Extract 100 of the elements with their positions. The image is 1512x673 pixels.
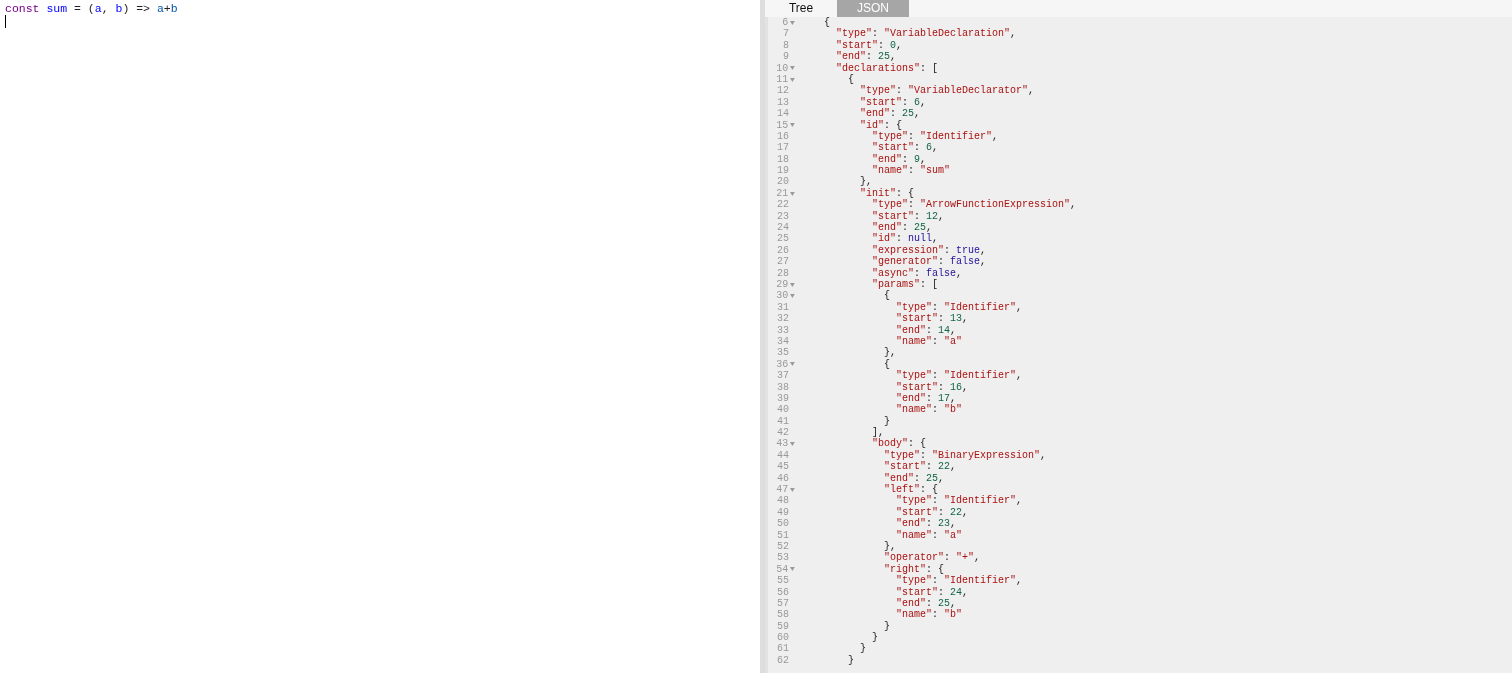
code-line: "end": 14, [895, 324, 957, 336]
code-line: { [884, 290, 891, 302]
line-number: 22 [776, 199, 789, 211]
code-line: ], [871, 427, 885, 439]
line-number: 17 [776, 142, 789, 154]
code-line: "start": 12, [871, 210, 945, 222]
line-number: 46 [776, 472, 789, 485]
line-number: 53 [776, 552, 789, 564]
code-line: "end": 25, [871, 222, 933, 234]
code-line: }, [883, 347, 897, 359]
code-line: "type": "Identifier", [871, 130, 999, 143]
line-number: 20 [776, 176, 789, 188]
code-line: "name": "a" [895, 335, 963, 348]
fold-arrow-icon[interactable] [790, 362, 795, 367]
line-number: 8 [782, 39, 789, 52]
code-line: "start": 13, [895, 313, 969, 325]
line-number: 59 [776, 620, 789, 633]
line-number: 32 [776, 313, 789, 325]
fold-arrow-icon[interactable] [790, 567, 795, 572]
code-line: "type": "ArrowFunctionExpression", [871, 199, 1077, 211]
fold-arrow-icon[interactable] [790, 66, 795, 71]
line-number: 55 [776, 575, 789, 587]
line-number: 45 [776, 461, 789, 473]
code-line: "right": { [883, 563, 945, 575]
code-line: "operator": "+", [883, 552, 981, 564]
line-number: 58 [776, 609, 789, 621]
code-line: "name": "b" [895, 609, 963, 621]
fold-arrow-icon[interactable] [790, 487, 795, 492]
code-line: "generator": false, [871, 256, 987, 268]
code-line: } [883, 620, 891, 633]
code-line: "start": 0, [835, 39, 903, 51]
code-line: { [823, 17, 831, 29]
code-line: const sum = (a, b) => a+b [5, 2, 178, 15]
code-line: } [847, 654, 855, 667]
line-number: 50 [776, 518, 789, 530]
code-line: "start": 6, [871, 142, 939, 154]
code-line: "expression": true, [871, 244, 987, 256]
line-number: 14 [776, 108, 789, 120]
line-number: 12 [776, 85, 789, 97]
line-number: 48 [776, 495, 789, 507]
code-line: "end": 23, [895, 518, 957, 530]
fold-arrow-icon[interactable] [790, 191, 795, 196]
line-number: 49 [776, 506, 789, 519]
fold-arrow-icon[interactable] [790, 282, 795, 287]
line-number: 25 [776, 233, 789, 245]
code-line: "type": "VariableDeclaration", [835, 28, 1017, 40]
line-number: 11 [775, 73, 789, 86]
line-number: 26 [776, 244, 789, 257]
fold-arrow-icon[interactable] [790, 294, 795, 299]
line-number: 37 [776, 370, 789, 382]
line-number: 9 [782, 51, 789, 63]
code-line: "type": "Identifier", [895, 370, 1023, 382]
code-line: }, [883, 540, 897, 553]
fold-arrow-icon[interactable] [790, 77, 795, 82]
line-number: 21 [775, 187, 789, 200]
line-number: 41 [776, 415, 789, 428]
line-number: 10 [775, 62, 789, 74]
line-number: 57 [776, 597, 789, 610]
line-number: 62 [776, 654, 789, 667]
line-number: 30 [775, 290, 789, 302]
line-number: 51 [776, 529, 789, 541]
line-number: 47 [775, 484, 789, 496]
line-number: 44 [776, 449, 789, 462]
line-number: 6 [781, 17, 789, 29]
code-line: "end": 25, [835, 51, 897, 63]
code-line: "end": 25, [859, 108, 921, 120]
code-line: "end": 9, [871, 153, 927, 165]
line-number: 23 [776, 210, 789, 223]
code-line: { [883, 358, 891, 371]
code-line: { [847, 73, 855, 86]
code-line: "type": "BinaryExpression", [883, 449, 1047, 461]
code-line: "name": "a" [895, 529, 963, 541]
line-number: 18 [776, 153, 789, 166]
line-number: 36 [775, 358, 789, 371]
code-line: "end": 17, [895, 392, 957, 404]
code-line: "type": "Identifier", [895, 575, 1023, 587]
code-line: "async": false, [871, 267, 963, 279]
line-number: 7 [782, 28, 789, 40]
code-line: "start": 24, [895, 586, 969, 598]
fold-arrow-icon[interactable] [790, 442, 795, 447]
line-number: 56 [776, 586, 789, 598]
fold-arrow-icon[interactable] [790, 123, 795, 128]
line-number: 35 [776, 347, 789, 359]
code-line: "id": { [859, 119, 903, 131]
code-line: "init": { [859, 187, 915, 199]
code-line: "end": 25, [895, 597, 957, 609]
fold-arrow-icon[interactable] [790, 20, 795, 25]
code-line: "start": 22, [883, 461, 957, 473]
code-line: "name": "sum" [871, 165, 951, 177]
code-line: "start": 16, [895, 381, 969, 393]
code-line: "left": { [883, 484, 939, 495]
line-number: 39 [776, 392, 789, 405]
code-line: "declarations": [ [835, 62, 939, 74]
line-number: 29 [775, 279, 789, 291]
line-number: 52 [776, 540, 789, 553]
code-line: "params": [ [871, 279, 939, 291]
code-line: "type": "Identifier", [895, 495, 1023, 507]
code-line: "start": 22, [895, 506, 969, 518]
code-line: "id": null, [871, 233, 939, 245]
code-line: "type": "VariableDeclarator", [859, 85, 1035, 97]
